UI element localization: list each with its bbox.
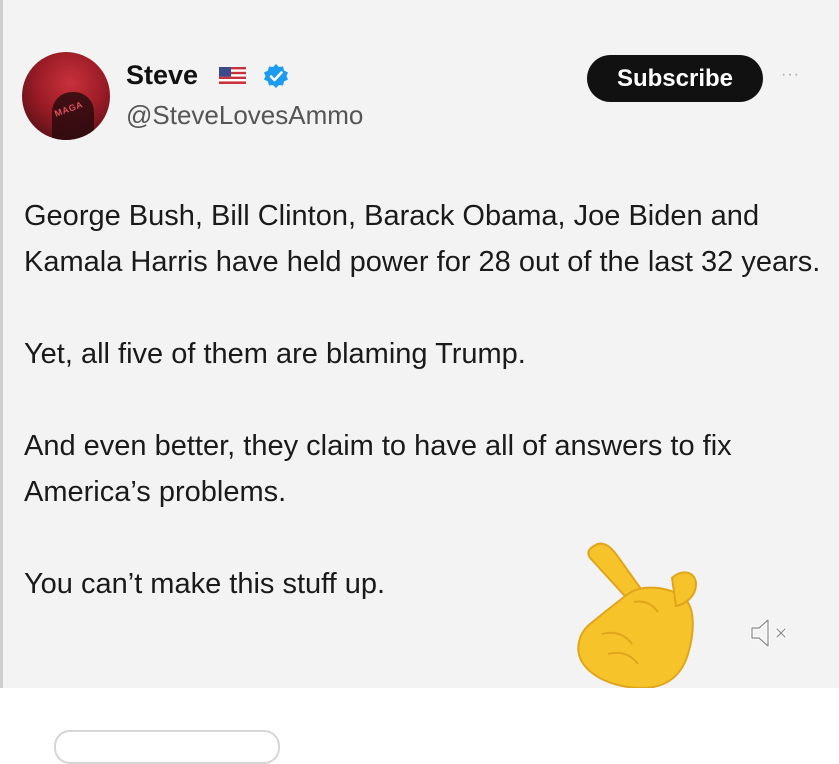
us-flag-icon <box>219 67 246 84</box>
pointing-hand-emoji <box>577 542 698 688</box>
handle[interactable]: @SteveLovesAmmo <box>126 100 363 131</box>
verified-badge-icon <box>264 64 288 88</box>
tweet-paragraph: George Bush, Bill Clinton, Barack Obama,… <box>24 200 821 278</box>
avatar[interactable]: MAGA <box>22 52 110 140</box>
subscribe-button[interactable]: Subscribe <box>587 55 763 102</box>
tweet-text: George Bush, Bill Clinton, Barack Obama,… <box>24 193 824 607</box>
bottom-action-pill[interactable] <box>54 730 280 764</box>
tweet-paragraph: And even better, they claim to have all … <box>24 430 732 508</box>
display-name[interactable]: Steve <box>126 60 198 91</box>
tweet-paragraph: Yet, all five of them are blaming Trump. <box>24 338 526 370</box>
post-card: MAGA Steve @SteveLovesAmmo Subscribe ···… <box>0 0 839 688</box>
more-options-icon[interactable]: ··· <box>781 66 800 84</box>
mute-icon[interactable] <box>748 616 792 650</box>
tweet-paragraph: You can’t make this stuff up. <box>24 568 386 600</box>
